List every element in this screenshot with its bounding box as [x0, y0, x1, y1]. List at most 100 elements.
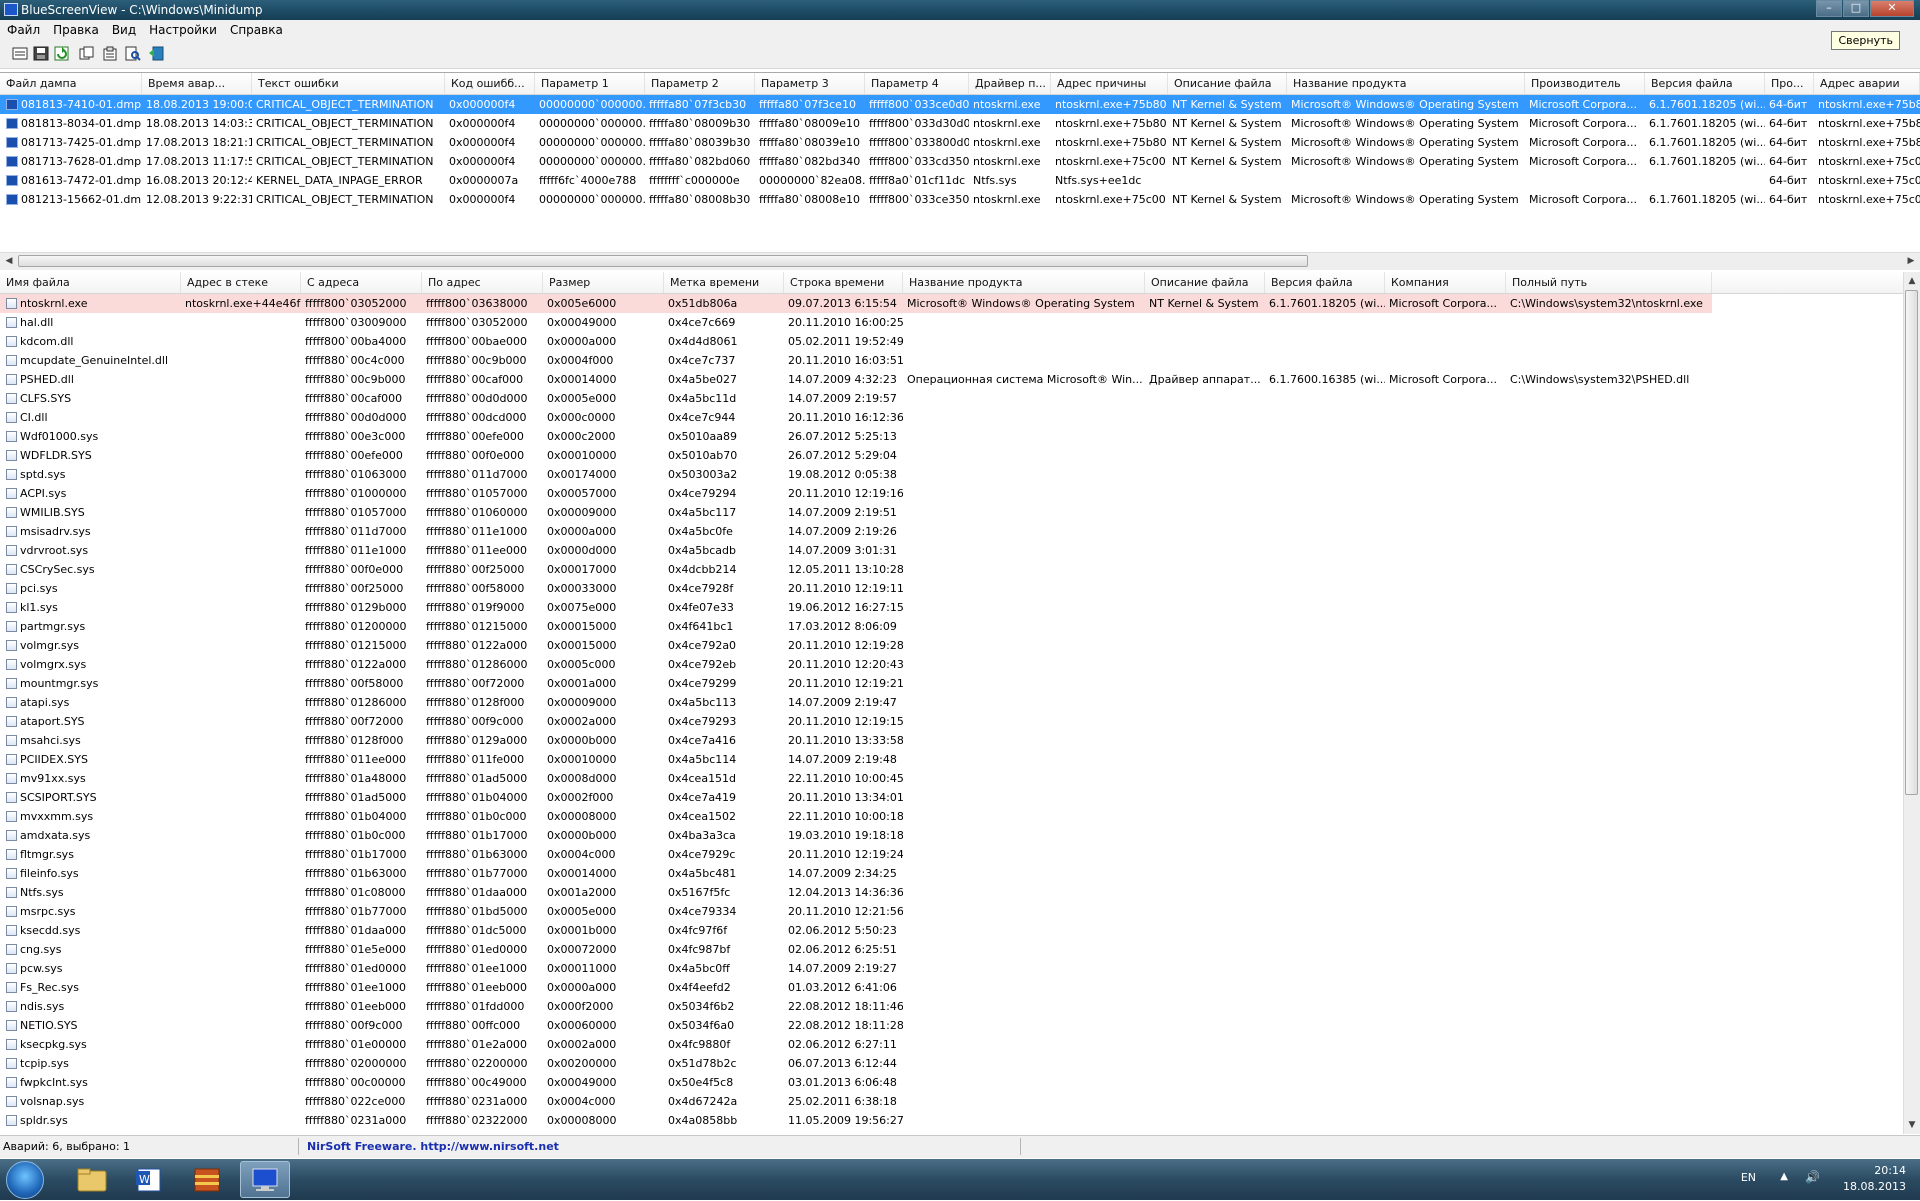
explorer-task[interactable] [66, 1161, 116, 1198]
driver-row[interactable]: kl1.sys fffff880`0129b000 fffff880`019f900… [0, 598, 1904, 617]
horizontal-scrollbar[interactable]: ◀ ▶ [0, 252, 1920, 270]
driver-row[interactable]: cng.sys fffff880`01e5e000 fffff880`01ed000… [0, 940, 1904, 959]
driver-row[interactable]: WMILIB.SYS fffff880`01057000 fffff880`0106… [0, 503, 1904, 522]
scroll-left-icon[interactable]: ◀ [2, 255, 16, 268]
col-company[interactable]: Компания [1385, 272, 1506, 293]
driver-row[interactable]: mvxxmm.sys fffff880`01b04000 fffff880`01b0… [0, 807, 1904, 826]
col-filename[interactable]: Имя файла [0, 272, 181, 293]
col-from-address[interactable]: С адреса [301, 272, 422, 293]
exit-icon[interactable] [148, 46, 164, 61]
language-indicator[interactable]: EN [1741, 1171, 1756, 1184]
nirsoft-link[interactable]: NirSoft Freeware. http://www.nirsoft.net [307, 1140, 559, 1153]
col-caused-by-driver[interactable]: Драйвер п... [969, 73, 1051, 94]
maximize-button[interactable]: □ [1843, 0, 1869, 17]
driver-row[interactable]: ksecpkg.sys fffff880`01e00000 fffff880`01e… [0, 1035, 1904, 1054]
col-company[interactable]: Производитель [1525, 73, 1645, 94]
col-file-version[interactable]: Версия файла [1265, 272, 1385, 293]
col-param4[interactable]: Параметр 4 [865, 73, 969, 94]
driver-row[interactable]: msisadrv.sys fffff880`011d7000 fffff880`01… [0, 522, 1904, 541]
crash-row[interactable]: 081713-7425-01.dmp 17.08.2013 18:21:16 CRI… [0, 133, 1920, 152]
driver-row[interactable]: ataport.SYS fffff880`00f72000 fffff880`00f… [0, 712, 1904, 731]
driver-row[interactable]: hal.dll fffff800`03009000 fffff800`0305200… [0, 313, 1904, 332]
driver-row[interactable]: ACPI.sys fffff880`01000000 fffff880`010570… [0, 484, 1904, 503]
driver-row[interactable]: CLFS.SYS fffff880`00caf000 fffff880`00d0d0… [0, 389, 1904, 408]
crash-row[interactable]: 081613-7472-01.dmp 16.08.2013 20:12:42 KER… [0, 171, 1920, 190]
driver-row[interactable]: volmgrx.sys fffff880`0122a000 fffff880`012… [0, 655, 1904, 674]
find-icon[interactable] [125, 46, 141, 61]
col-dump-file[interactable]: Файл дампа [0, 73, 142, 94]
driver-row[interactable]: NETIO.SYS fffff880`00f9c000 fffff880`00ffc… [0, 1016, 1904, 1035]
copy-icon[interactable] [79, 46, 95, 61]
show-hidden-icons-icon[interactable]: ▲ [1780, 1171, 1788, 1182]
crash-row[interactable]: 081213-15662-01.dmp 12.08.2013 9:22:31 CRI… [0, 190, 1920, 209]
col-param3[interactable]: Параметр 3 [755, 73, 865, 94]
crash-row[interactable]: 081813-7410-01.dmp 18.08.2013 19:00:07 CRI… [0, 95, 1920, 114]
driver-row[interactable]: msahci.sys fffff880`0128f000 fffff880`0129… [0, 731, 1904, 750]
driver-row[interactable]: fwpkclnt.sys fffff880`00c00000 fffff880`00… [0, 1073, 1904, 1092]
col-bug-check-string[interactable]: Текст ошибки [252, 73, 445, 94]
col-address-in-stack[interactable]: Адрес в стеке [181, 272, 301, 293]
col-time-string[interactable]: Строка времени [784, 272, 903, 293]
col-crash-address[interactable]: Адрес аварии [1814, 73, 1920, 94]
col-processor[interactable]: Про... [1765, 73, 1814, 94]
driver-row[interactable]: kdcom.dll fffff800`00ba4000 fffff800`00bae… [0, 332, 1904, 351]
driver-row[interactable]: WDFLDR.SYS fffff880`00efe000 fffff880`00f0… [0, 446, 1904, 465]
driver-row[interactable]: SCSIPORT.SYS fffff880`01ad5000 fffff880`01… [0, 788, 1904, 807]
start-button[interactable] [6, 1161, 44, 1199]
scroll-down-icon[interactable]: ▼ [1905, 1118, 1919, 1132]
minimize-button[interactable]: – [1816, 0, 1842, 17]
driver-row[interactable]: Fs_Rec.sys fffff880`01ee1000 fffff880`01ee… [0, 978, 1904, 997]
col-crash-time[interactable]: Время авар... [142, 73, 252, 94]
driver-row[interactable]: tcpip.sys fffff880`02000000 fffff880`02200… [0, 1054, 1904, 1073]
menu-help[interactable]: Справка [223, 20, 289, 40]
driver-row[interactable]: PCIIDEX.SYS fffff880`011ee000 fffff880`011… [0, 750, 1904, 769]
crash-row[interactable]: 081813-8034-01.dmp 18.08.2013 14:03:32 CRI… [0, 114, 1920, 133]
crash-row[interactable]: 081713-7628-01.dmp 17.08.2013 11:17:57 CRI… [0, 152, 1920, 171]
driver-row[interactable]: amdxata.sys fffff880`01b0c000 fffff880`01b… [0, 826, 1904, 845]
col-product-name[interactable]: Название продукта [1287, 73, 1525, 94]
col-caused-by-address[interactable]: Адрес причины [1051, 73, 1168, 94]
save-all-icon[interactable] [33, 46, 49, 61]
col-full-path[interactable]: Полный путь [1506, 272, 1712, 293]
col-bug-check-code[interactable]: Код ошибб... [445, 73, 535, 94]
driver-row[interactable]: Wdf01000.sys fffff880`00e3c000 fffff880`00… [0, 427, 1904, 446]
driver-row[interactable]: fileinfo.sys fffff880`01b63000 fffff880`01… [0, 864, 1904, 883]
driver-row[interactable]: volsnap.sys fffff880`022ce000 fffff880`023… [0, 1092, 1904, 1111]
clock[interactable]: 20:14 18.08.2013 [1843, 1163, 1906, 1195]
menu-file[interactable]: Файл [0, 20, 46, 40]
vertical-scrollbar[interactable]: ▲ ▼ [1903, 272, 1920, 1134]
col-param1[interactable]: Параметр 1 [535, 73, 645, 94]
col-file-version[interactable]: Версия файла [1645, 73, 1765, 94]
vertical-scroll-thumb[interactable] [1905, 290, 1918, 795]
bluescreenview-task[interactable] [240, 1161, 290, 1198]
driver-row[interactable]: ndis.sys fffff880`01eeb000 fffff880`01fdd0… [0, 997, 1904, 1016]
driver-row[interactable]: mcupdate_GenuineIntel.dll fffff880`00c4c0… [0, 351, 1904, 370]
driver-row[interactable]: CI.dll fffff880`00d0d000 fffff880`00dcd000… [0, 408, 1904, 427]
driver-row[interactable]: ntoskrnl.exe ntoskrnl.exe+44e46f fffff800`… [0, 294, 1904, 313]
driver-row[interactable]: PSHED.dll fffff880`00c9b000 fffff880`00caf… [0, 370, 1904, 389]
driver-row[interactable]: mv91xx.sys fffff880`01a48000 fffff880`01ad… [0, 769, 1904, 788]
driver-row[interactable]: pci.sys fffff880`00f25000 fffff880`00f5800… [0, 579, 1904, 598]
menu-view[interactable]: Вид [105, 20, 142, 40]
col-file-description[interactable]: Описание файла [1145, 272, 1265, 293]
menu-edit[interactable]: Правка [46, 20, 105, 40]
driver-row[interactable]: mountmgr.sys fffff880`00f58000 fffff880`00… [0, 674, 1904, 693]
close-button[interactable]: ✕ [1870, 0, 1914, 17]
col-product-name[interactable]: Название продукта [903, 272, 1145, 293]
word-task[interactable]: W [124, 1161, 174, 1198]
save-icon[interactable] [12, 46, 28, 61]
col-file-description[interactable]: Описание файла [1168, 73, 1287, 94]
archiver-task[interactable] [182, 1161, 232, 1198]
driver-row[interactable]: volmgr.sys fffff880`01215000 fffff880`0122… [0, 636, 1904, 655]
col-to-address[interactable]: По адрес [422, 272, 543, 293]
driver-row[interactable]: Ntfs.sys fffff880`01c08000 fffff880`01daa0… [0, 883, 1904, 902]
driver-row[interactable]: pcw.sys fffff880`01ed0000 fffff880`01ee100… [0, 959, 1904, 978]
driver-row[interactable]: msrpc.sys fffff880`01b77000 fffff880`01bd5… [0, 902, 1904, 921]
driver-row[interactable]: vdrvroot.sys fffff880`011e1000 fffff880`01… [0, 541, 1904, 560]
volume-icon[interactable]: 🔊 [1805, 1170, 1820, 1184]
scroll-up-icon[interactable]: ▲ [1905, 274, 1919, 288]
menu-options[interactable]: Настройки [142, 20, 223, 40]
col-size[interactable]: Размер [543, 272, 664, 293]
driver-row[interactable]: ksecdd.sys fffff880`01daa000 fffff880`01dc… [0, 921, 1904, 940]
driver-row[interactable]: atapi.sys fffff880`01286000 fffff880`0128f… [0, 693, 1904, 712]
